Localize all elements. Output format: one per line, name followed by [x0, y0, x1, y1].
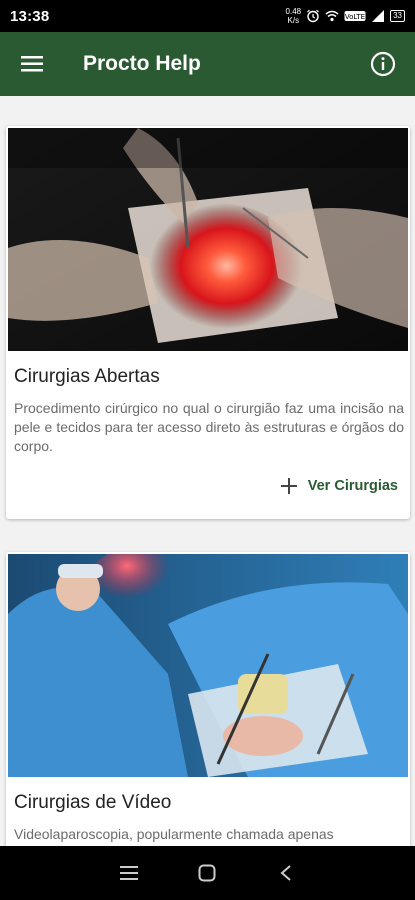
navigation-bar: [0, 846, 415, 900]
card-title: Cirurgias de Vídeo: [14, 792, 172, 813]
volte-icon: VoLTE: [344, 11, 366, 21]
info-icon: [370, 51, 396, 77]
wifi-icon: [325, 10, 339, 22]
hamburger-menu-icon: [21, 56, 43, 72]
status-time: 13:38: [10, 7, 50, 25]
home-button[interactable]: [187, 853, 227, 893]
card-description: Videolaparoscopia, popularmente chamada …: [14, 826, 334, 842]
card-open-surgery[interactable]: Cirurgias Abertas Procedimento cirúrgico…: [6, 126, 410, 519]
svg-text:VoLTE: VoLTE: [345, 13, 365, 21]
card-title: Cirurgias Abertas: [14, 366, 160, 387]
video-surgery-image: [8, 554, 408, 777]
open-surgery-image: [8, 128, 408, 351]
app-bar: Procto Help: [0, 32, 415, 96]
back-icon: [280, 865, 291, 881]
card-video-surgery[interactable]: Cirurgias de Vídeo Videolaparoscopia, po…: [6, 552, 410, 846]
view-surgeries-button[interactable]: Ver Cirurgias: [280, 477, 398, 495]
plus-icon: [280, 478, 297, 494]
view-surgeries-label: Ver Cirurgias: [307, 478, 398, 494]
menu-button[interactable]: [0, 32, 64, 96]
recent-apps-button[interactable]: [109, 853, 149, 893]
status-icons: 0.48 K/s VoLTE 33: [286, 7, 405, 25]
home-icon: [198, 864, 216, 882]
card-list[interactable]: Cirurgias Abertas Procedimento cirúrgico…: [0, 96, 415, 846]
recent-apps-icon: [120, 866, 139, 880]
network-speed-value: 0.48: [285, 7, 302, 16]
battery-indicator: 33: [390, 10, 405, 22]
status-bar: 13:38 0.48 K/s VoLTE 33: [0, 0, 415, 32]
app-title: Procto Help: [83, 52, 201, 75]
network-speed: 0.48 K/s: [286, 7, 302, 25]
signal-icon: [372, 10, 385, 22]
info-button[interactable]: [351, 32, 415, 96]
card-description: Procedimento cirúrgico no qual o cirurgi…: [14, 400, 404, 454]
alarm-icon: [307, 9, 319, 23]
network-speed-unit: K/s: [287, 16, 300, 25]
back-button[interactable]: [266, 853, 306, 893]
